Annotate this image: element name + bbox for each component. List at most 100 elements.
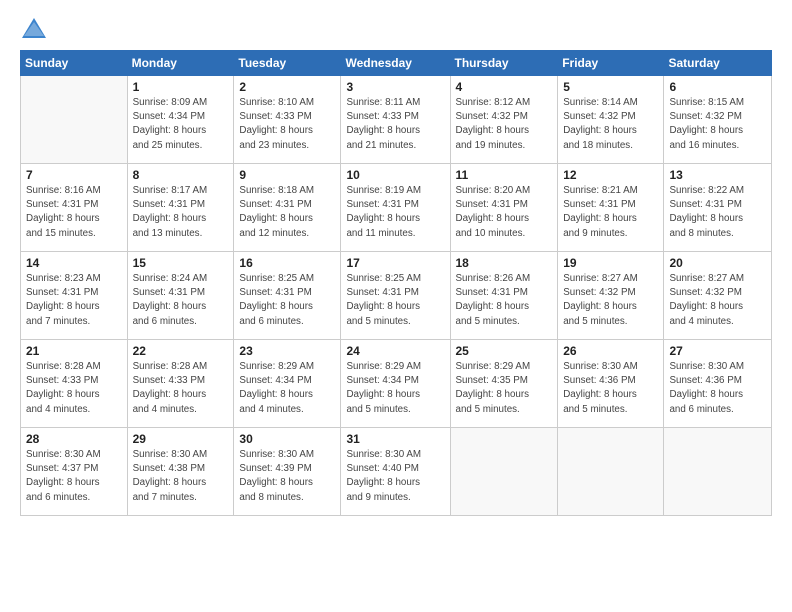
calendar-header: SundayMondayTuesdayWednesdayThursdayFrid… (21, 51, 772, 76)
day-info: Sunrise: 8:15 AM Sunset: 4:32 PM Dayligh… (669, 96, 766, 153)
calendar-cell: 14Sunrise: 8:23 AM Sunset: 4:31 PM Dayli… (21, 252, 128, 340)
day-info: Sunrise: 8:28 AM Sunset: 4:33 PM Dayligh… (133, 360, 229, 417)
day-info: Sunrise: 8:17 AM Sunset: 4:31 PM Dayligh… (133, 184, 229, 241)
page-container: SundayMondayTuesdayWednesdayThursdayFrid… (0, 0, 792, 612)
calendar-cell: 7 Sunrise: 8:16 AM Sunset: 4:31 PM Daylig… (21, 164, 128, 252)
calendar-cell: 13 Sunrise: 8:22 AM Sunset: 4:31 PM Dayli… (664, 164, 772, 252)
day-number: 23 (239, 344, 335, 358)
calendar-cell: 27 Sunrise: 8:30 AM Sunset: 4:36 PM Dayli… (664, 340, 772, 428)
col-header-wednesday: Wednesday (341, 51, 450, 76)
day-info: Sunrise: 8:29 AM Sunset: 4:34 PM Dayligh… (346, 360, 444, 417)
day-info: Sunrise: 8:10 AM Sunset: 4:33 PM Dayligh… (239, 96, 335, 153)
day-info: Sunrise: 8:20 AM Sunset: 4:31 PM Dayligh… (456, 184, 553, 241)
day-number: 6 (669, 80, 766, 94)
day-info: Sunrise: 8:14 AM Sunset: 4:32 PM Dayligh… (563, 96, 658, 153)
calendar-cell (450, 428, 558, 516)
calendar-cell: 5 Sunrise: 8:14 AM Sunset: 4:32 PM Daylig… (558, 76, 664, 164)
calendar-cell: 11 Sunrise: 8:20 AM Sunset: 4:31 PM Dayli… (450, 164, 558, 252)
day-number: 5 (563, 80, 658, 94)
day-info: Sunrise: 8:25 AM Sunset: 4:31 PM Dayligh… (346, 272, 444, 329)
day-info: Sunrise: 8:28 AM Sunset: 4:33 PM Dayligh… (26, 360, 122, 417)
day-info: Sunrise: 8:18 AM Sunset: 4:31 PM Dayligh… (239, 184, 335, 241)
calendar-cell: 19 Sunrise: 8:27 AM Sunset: 4:32 PM Dayli… (558, 252, 664, 340)
day-info: Sunrise: 8:30 AM Sunset: 4:40 PM Dayligh… (346, 448, 444, 505)
day-number: 3 (346, 80, 444, 94)
calendar-cell: 18Sunrise: 8:26 AM Sunset: 4:31 PM Dayli… (450, 252, 558, 340)
day-number: 15 (133, 256, 229, 270)
day-number: 16 (239, 256, 335, 270)
calendar-cell: 15 Sunrise: 8:24 AM Sunset: 4:31 PM Dayli… (127, 252, 234, 340)
calendar-cell: 2 Sunrise: 8:10 AM Sunset: 4:33 PM Daylig… (234, 76, 341, 164)
day-number: 10 (346, 168, 444, 182)
col-header-tuesday: Tuesday (234, 51, 341, 76)
day-number: 21 (26, 344, 122, 358)
day-number: 12 (563, 168, 658, 182)
calendar-cell: 8 Sunrise: 8:17 AM Sunset: 4:31 PM Daylig… (127, 164, 234, 252)
day-number: 31 (346, 432, 444, 446)
col-header-sunday: Sunday (21, 51, 128, 76)
day-number: 13 (669, 168, 766, 182)
calendar-cell: 26Sunrise: 8:30 AM Sunset: 4:36 PM Dayli… (558, 340, 664, 428)
day-number: 7 (26, 168, 122, 182)
day-number: 30 (239, 432, 335, 446)
header-row: SundayMondayTuesdayWednesdayThursdayFrid… (21, 51, 772, 76)
day-number: 4 (456, 80, 553, 94)
calendar-cell: 3 Sunrise: 8:11 AM Sunset: 4:33 PM Daylig… (341, 76, 450, 164)
header (20, 16, 772, 40)
logo-icon (20, 16, 48, 40)
day-info: Sunrise: 8:16 AM Sunset: 4:31 PM Dayligh… (26, 184, 122, 241)
calendar-cell: 25Sunrise: 8:29 AM Sunset: 4:35 PM Dayli… (450, 340, 558, 428)
calendar-cell: 17Sunrise: 8:25 AM Sunset: 4:31 PM Dayli… (341, 252, 450, 340)
calendar-cell (664, 428, 772, 516)
day-number: 9 (239, 168, 335, 182)
calendar-week-2: 14Sunrise: 8:23 AM Sunset: 4:31 PM Dayli… (21, 252, 772, 340)
calendar-cell: 1 Sunrise: 8:09 AM Sunset: 4:34 PM Daylig… (127, 76, 234, 164)
day-info: Sunrise: 8:09 AM Sunset: 4:34 PM Dayligh… (133, 96, 229, 153)
day-number: 14 (26, 256, 122, 270)
day-number: 8 (133, 168, 229, 182)
day-number: 28 (26, 432, 122, 446)
day-number: 11 (456, 168, 553, 182)
calendar-cell: 4 Sunrise: 8:12 AM Sunset: 4:32 PM Daylig… (450, 76, 558, 164)
calendar-cell: 6 Sunrise: 8:15 AM Sunset: 4:32 PM Daylig… (664, 76, 772, 164)
day-number: 19 (563, 256, 658, 270)
day-number: 27 (669, 344, 766, 358)
calendar-cell: 16 Sunrise: 8:25 AM Sunset: 4:31 PM Dayli… (234, 252, 341, 340)
calendar-cell: 22 Sunrise: 8:28 AM Sunset: 4:33 PM Dayli… (127, 340, 234, 428)
day-info: Sunrise: 8:12 AM Sunset: 4:32 PM Dayligh… (456, 96, 553, 153)
day-info: Sunrise: 8:30 AM Sunset: 4:37 PM Dayligh… (26, 448, 122, 505)
calendar-week-0: 1 Sunrise: 8:09 AM Sunset: 4:34 PM Daylig… (21, 76, 772, 164)
day-number: 2 (239, 80, 335, 94)
calendar-cell: 12Sunrise: 8:21 AM Sunset: 4:31 PM Dayli… (558, 164, 664, 252)
day-number: 29 (133, 432, 229, 446)
day-info: Sunrise: 8:29 AM Sunset: 4:34 PM Dayligh… (239, 360, 335, 417)
day-info: Sunrise: 8:25 AM Sunset: 4:31 PM Dayligh… (239, 272, 335, 329)
calendar-body: 1 Sunrise: 8:09 AM Sunset: 4:34 PM Daylig… (21, 76, 772, 516)
calendar-cell: 31 Sunrise: 8:30 AM Sunset: 4:40 PM Dayli… (341, 428, 450, 516)
day-info: Sunrise: 8:24 AM Sunset: 4:31 PM Dayligh… (133, 272, 229, 329)
calendar-cell: 23 Sunrise: 8:29 AM Sunset: 4:34 PM Dayli… (234, 340, 341, 428)
day-info: Sunrise: 8:11 AM Sunset: 4:33 PM Dayligh… (346, 96, 444, 153)
day-info: Sunrise: 8:22 AM Sunset: 4:31 PM Dayligh… (669, 184, 766, 241)
day-number: 1 (133, 80, 229, 94)
day-info: Sunrise: 8:29 AM Sunset: 4:35 PM Dayligh… (456, 360, 553, 417)
calendar-cell: 28 Sunrise: 8:30 AM Sunset: 4:37 PM Dayli… (21, 428, 128, 516)
day-info: Sunrise: 8:30 AM Sunset: 4:36 PM Dayligh… (669, 360, 766, 417)
calendar-table: SundayMondayTuesdayWednesdayThursdayFrid… (20, 50, 772, 516)
day-info: Sunrise: 8:30 AM Sunset: 4:38 PM Dayligh… (133, 448, 229, 505)
day-info: Sunrise: 8:27 AM Sunset: 4:32 PM Dayligh… (563, 272, 658, 329)
calendar-cell: 21 Sunrise: 8:28 AM Sunset: 4:33 PM Dayli… (21, 340, 128, 428)
col-header-friday: Friday (558, 51, 664, 76)
calendar-cell (558, 428, 664, 516)
calendar-week-1: 7 Sunrise: 8:16 AM Sunset: 4:31 PM Daylig… (21, 164, 772, 252)
day-number: 18 (456, 256, 553, 270)
day-number: 22 (133, 344, 229, 358)
calendar-week-3: 21 Sunrise: 8:28 AM Sunset: 4:33 PM Dayli… (21, 340, 772, 428)
day-number: 20 (669, 256, 766, 270)
col-header-thursday: Thursday (450, 51, 558, 76)
day-info: Sunrise: 8:30 AM Sunset: 4:36 PM Dayligh… (563, 360, 658, 417)
calendar-cell (21, 76, 128, 164)
day-number: 24 (346, 344, 444, 358)
day-info: Sunrise: 8:19 AM Sunset: 4:31 PM Dayligh… (346, 184, 444, 241)
calendar-week-4: 28 Sunrise: 8:30 AM Sunset: 4:37 PM Dayli… (21, 428, 772, 516)
